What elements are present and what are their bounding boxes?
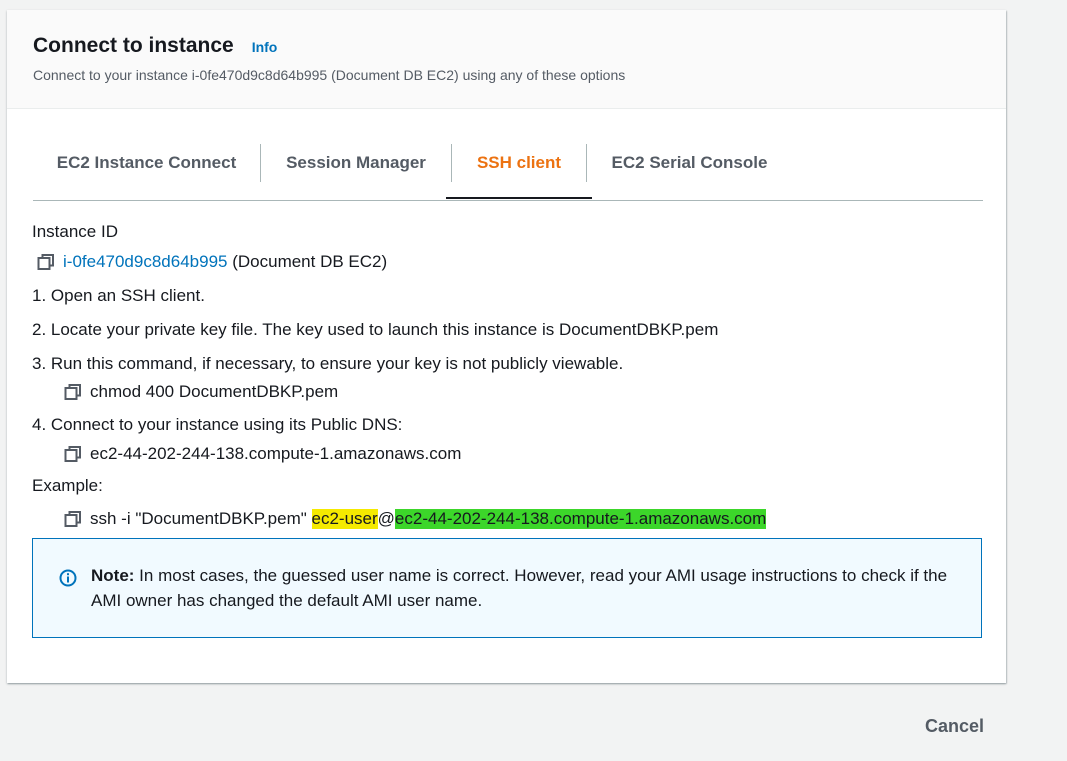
- info-circle-icon: [59, 569, 77, 587]
- title-row: Connect to instance Info: [33, 34, 277, 58]
- note-alert: Note: In most cases, the guessed user na…: [32, 538, 982, 638]
- chmod-command-row: chmod 400 DocumentDBKP.pem: [64, 382, 338, 402]
- example-command-at: @: [377, 509, 395, 528]
- copy-icon[interactable]: [64, 510, 82, 528]
- note-text: Note: In most cases, the guessed user na…: [91, 563, 961, 613]
- tab-session-manager[interactable]: Session Manager: [261, 144, 451, 182]
- instance-id-label: Instance ID: [32, 222, 118, 241]
- instance-id-row: i-0fe470d9c8d64b995 (Document DB EC2): [37, 252, 387, 272]
- connect-instance-panel: Connect to instance Info Connect to your…: [7, 10, 1006, 683]
- public-dns: ec2-44-202-244-138.compute-1.amazonaws.c…: [90, 444, 462, 463]
- instance-id-link[interactable]: i-0fe470d9c8d64b995: [63, 252, 227, 272]
- page-subtitle: Connect to your instance i-0fe470d9c8d64…: [33, 67, 626, 83]
- tab-ec2-serial-console[interactable]: EC2 Serial Console: [587, 144, 792, 182]
- chmod-command: chmod 400 DocumentDBKP.pem: [90, 382, 339, 401]
- step-2: 2. Locate your private key file. The key…: [32, 320, 719, 339]
- copy-icon[interactable]: [64, 383, 82, 401]
- instance-name: (Document DB EC2): [232, 252, 388, 271]
- public-dns-row: ec2-44-202-244-138.compute-1.amazonaws.c…: [64, 444, 461, 464]
- cancel-button[interactable]: Cancel: [925, 716, 984, 737]
- example-command-row: ssh -i "DocumentDBKP.pem" ec2-user @ ec2…: [64, 509, 767, 529]
- note-bold-label: Note:: [91, 566, 135, 585]
- example-command-prefix: ssh -i "DocumentDBKP.pem": [90, 509, 312, 528]
- copy-icon[interactable]: [64, 445, 82, 463]
- tab-ec2-instance-connect[interactable]: EC2 Instance Connect: [33, 144, 260, 182]
- info-link[interactable]: Info: [252, 39, 278, 55]
- example-label: Example:: [32, 476, 103, 495]
- tab-ssh-client[interactable]: SSH client: [446, 144, 592, 199]
- step-3: 3. Run this command, if necessary, to en…: [32, 354, 624, 373]
- note-body: In most cases, the guessed user name is …: [91, 566, 948, 610]
- step-1: 1. Open an SSH client.: [32, 286, 205, 305]
- page-title: Connect to instance: [33, 34, 234, 57]
- step-4: 4. Connect to your instance using its Pu…: [32, 415, 403, 434]
- copy-icon[interactable]: [37, 253, 55, 271]
- example-command-user: ec2-user: [311, 509, 378, 529]
- example-command-host: ec2-44-202-244-138.compute-1.amazonaws.c…: [394, 509, 767, 529]
- panel-header: Connect to instance Info Connect to your…: [7, 10, 1006, 109]
- connection-tabs: EC2 Instance Connect Session Manager SSH…: [33, 144, 983, 201]
